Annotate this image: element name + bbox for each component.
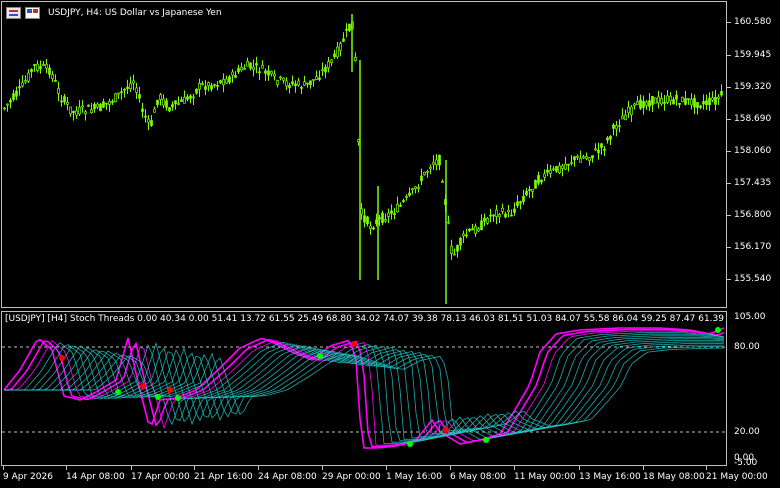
sell-signal-dot bbox=[351, 341, 357, 347]
buy-signal-dot bbox=[317, 353, 323, 359]
buy-signal-dot bbox=[175, 395, 181, 401]
buy-signal-dot bbox=[483, 437, 489, 443]
stoch-thread bbox=[4, 339, 725, 437]
sell-signal-dot bbox=[167, 387, 173, 393]
stoch-thread bbox=[4, 346, 724, 432]
stoch-thread bbox=[4, 333, 725, 443]
sell-signal-dot bbox=[59, 355, 65, 361]
stoch-thread bbox=[4, 330, 725, 446]
buy-signal-dot bbox=[155, 394, 161, 400]
buy-signal-dot bbox=[715, 327, 721, 333]
sell-signal-dot bbox=[443, 427, 449, 433]
stoch-thread bbox=[4, 335, 725, 442]
stoch-threads-series bbox=[2, 327, 726, 449]
sell-signal-dot bbox=[140, 383, 146, 389]
buy-signal-dot bbox=[407, 441, 413, 447]
buy-signal-dot bbox=[115, 389, 121, 395]
